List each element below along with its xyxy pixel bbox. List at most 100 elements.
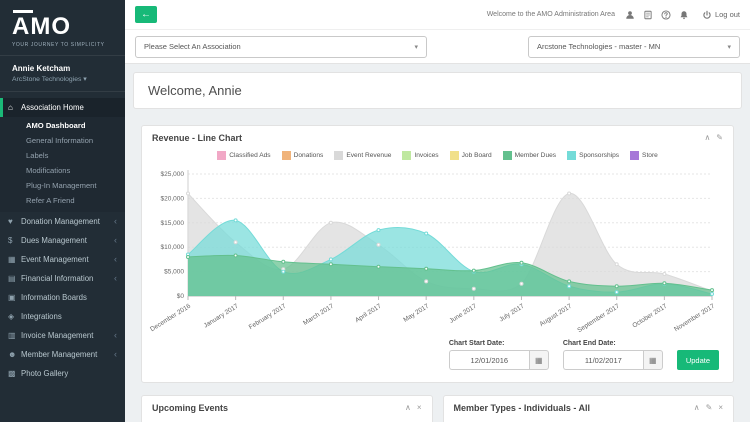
help-icon[interactable]: [661, 9, 671, 20]
legend-item-invoices[interactable]: Invoices: [402, 151, 439, 160]
caret-down-icon: ▾: [414, 43, 418, 51]
calendar-icon[interactable]: ▦: [642, 350, 663, 370]
association-select[interactable]: Please Select An Association ▾: [135, 35, 427, 58]
sidebar-item-invoice-management[interactable]: ▥ Invoice Management ‹: [0, 326, 125, 345]
sidebar-item-dues-management[interactable]: $ Dues Management ‹: [0, 231, 125, 250]
nav-label: Invoice Management: [21, 331, 94, 340]
svg-text:February 2017: February 2017: [248, 303, 288, 332]
welcome-panel: Welcome, Annie: [133, 72, 742, 109]
sidebar-item-photo-gallery[interactable]: ▩ Photo Gallery: [0, 364, 125, 383]
sidebar-nav: ⌂ Association Home AMO Dashboard General…: [0, 98, 125, 383]
bottom-panels-row: Upcoming Events ∧ × Member Types - Indiv…: [141, 395, 734, 422]
dollar-icon: $: [8, 236, 13, 245]
upcoming-events-title: Upcoming Events: [152, 403, 229, 413]
nav-label: Donation Management: [21, 217, 100, 226]
sidebar-item-general-information[interactable]: General Information: [0, 133, 125, 148]
legend-swatch: [334, 151, 344, 160]
legend-label: Job Board: [461, 152, 492, 159]
sidebar-item-amo-dashboard[interactable]: AMO Dashboard: [0, 118, 125, 133]
collapse-icon[interactable]: ∧: [405, 404, 411, 412]
collapse-icon[interactable]: ∧: [704, 134, 710, 142]
calendar-icon[interactable]: ▦: [528, 350, 549, 370]
document-icon[interactable]: [643, 10, 653, 20]
back-button[interactable]: ←: [135, 6, 157, 23]
legend-item-member-dues[interactable]: Member Dues: [502, 151, 556, 160]
legend-item-sponsorships[interactable]: Sponsorships: [567, 151, 619, 160]
svg-text:$10,000: $10,000: [161, 244, 185, 251]
legend-item-store[interactable]: Store: [630, 151, 658, 160]
svg-text:$15,000: $15,000: [161, 220, 185, 227]
legend-label: Donations: [293, 152, 324, 159]
nav-label: Integrations: [21, 312, 62, 321]
sidebar-item-event-management[interactable]: ▦ Event Management ‹: [0, 250, 125, 269]
legend-label: Invoices: [414, 152, 439, 159]
user-name: Annie Ketcham: [12, 64, 71, 73]
close-icon[interactable]: ×: [718, 404, 723, 412]
sidebar-item-donation-management[interactable]: ♥ Donation Management ‹: [0, 212, 125, 231]
heart-icon: ♥: [8, 217, 13, 226]
legend-swatch: [217, 151, 227, 160]
chart-start-date-input[interactable]: [448, 350, 529, 370]
user-icon[interactable]: [625, 10, 635, 20]
update-button[interactable]: Update: [676, 350, 719, 370]
legend-swatch: [567, 151, 577, 160]
power-icon: [702, 10, 712, 20]
svg-text:November 2017: November 2017: [673, 303, 716, 334]
svg-text:May 2017: May 2017: [402, 303, 430, 324]
legend-item-classified-ads[interactable]: Classified Ads: [217, 151, 271, 160]
topbar: ← Welcome to the AMO Administration Area: [125, 0, 750, 30]
amo-logo[interactable]: AMO YOUR JOURNEY TO SIMPLICITY: [0, 0, 125, 55]
logo-tagline: YOUR JOURNEY TO SIMPLICITY: [12, 42, 105, 48]
legend-label: Event Revenue: [346, 152, 392, 159]
sidebar-item-refer-a-friend[interactable]: Refer A Friend: [0, 193, 125, 208]
revenue-panel-tools: ∧ ✎: [704, 134, 723, 142]
chart-start-date-group: Chart Start Date: ▦: [448, 340, 549, 370]
logout-button[interactable]: Log out: [702, 10, 740, 20]
svg-text:$20,000: $20,000: [161, 195, 185, 202]
revenue-panel: Revenue - Line Chart ∧ ✎ Classified Ads …: [141, 125, 734, 383]
chevron-left-icon: ‹: [114, 349, 117, 359]
sidebar-item-plug-in-management[interactable]: Plug-In Management: [0, 178, 125, 193]
legend-item-job-board[interactable]: Job Board: [449, 151, 492, 160]
svg-text:March 2017: March 2017: [302, 303, 335, 327]
chevron-left-icon: ‹: [114, 254, 117, 264]
svg-text:$25,000: $25,000: [161, 171, 185, 178]
sidebar-item-labels[interactable]: Labels: [0, 148, 125, 163]
svg-text:June 2017: June 2017: [448, 303, 478, 325]
close-icon[interactable]: ×: [417, 404, 422, 412]
chart-end-date-label: Chart End Date:: [562, 340, 616, 347]
sidebar-item-modifications[interactable]: Modifications: [0, 163, 125, 178]
svg-text:April 2017: April 2017: [354, 303, 383, 325]
revenue-line-chart[interactable]: $0 $5,000 $10,000 $15,000 $20,000 $25,000 Dece…: [149, 166, 723, 336]
svg-text:$5,000: $5,000: [164, 269, 184, 276]
upcoming-events-panel: Upcoming Events ∧ ×: [141, 395, 433, 422]
nav-label: Financial Information: [21, 274, 94, 283]
chart-end-date-input[interactable]: [562, 350, 643, 370]
chart-end-date-group: Chart End Date: ▦: [562, 340, 663, 370]
chart-legend: Classified Ads Donations Event Revenue I…: [142, 147, 733, 162]
users-icon: ☻: [8, 350, 17, 359]
sidebar-item-financial-information[interactable]: ▤ Financial Information ‹: [0, 269, 125, 288]
sidebar-item-association-home[interactable]: ⌂ Association Home: [0, 98, 125, 117]
sidebar-item-information-boards[interactable]: ▣ Information Boards: [0, 288, 125, 307]
legend-swatch: [402, 151, 412, 160]
user-org-dropdown[interactable]: ArcStone Technologies ▾: [12, 75, 113, 83]
sidebar-item-integrations[interactable]: ◈ Integrations: [0, 307, 125, 326]
logo-text: AMO: [12, 13, 71, 40]
legend-swatch: [502, 151, 512, 160]
svg-text:December 2016: December 2016: [149, 303, 192, 334]
legend-item-event-revenue[interactable]: Event Revenue: [334, 151, 391, 160]
legend-item-donations[interactable]: Donations: [281, 151, 324, 160]
sidebar-user-box: Annie Ketcham ArcStone Technologies ▾: [0, 55, 125, 92]
svg-text:January 2017: January 2017: [203, 303, 240, 330]
bell-icon[interactable]: [679, 10, 689, 20]
photo-icon: ▩: [8, 369, 16, 378]
edit-icon[interactable]: ✎: [706, 404, 713, 412]
organization-select[interactable]: Arcstone Technologies - master - MN ▾: [528, 35, 740, 58]
nav-label: Association Home: [21, 103, 84, 112]
sidebar-item-member-management[interactable]: ☻ Member Management ‹: [0, 345, 125, 364]
member-types-title: Member Types - Individuals - All: [453, 403, 591, 413]
home-icon: ⌂: [8, 103, 13, 112]
edit-icon[interactable]: ✎: [716, 134, 723, 142]
collapse-icon[interactable]: ∧: [694, 404, 700, 412]
